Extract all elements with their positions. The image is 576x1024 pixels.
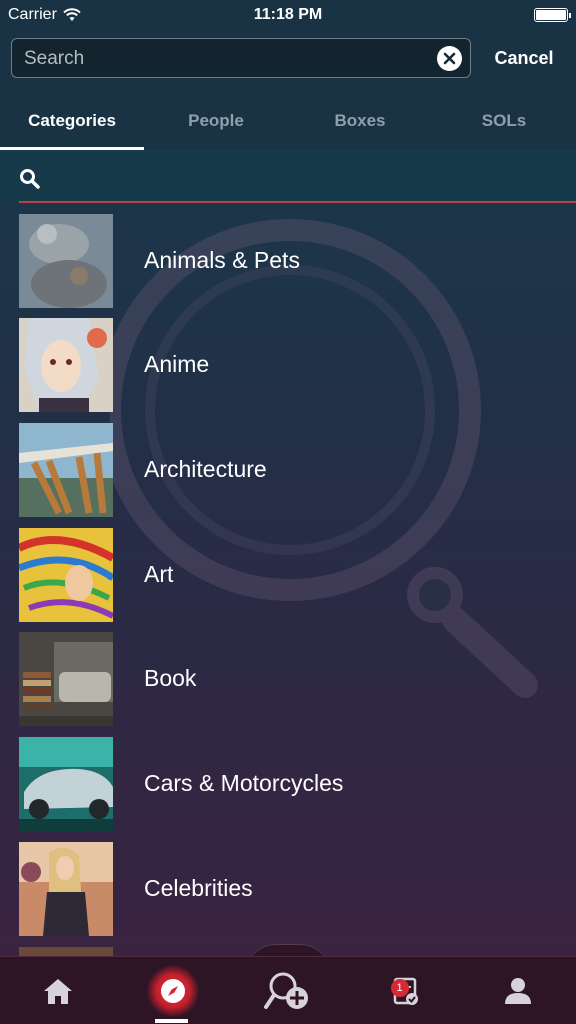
category-label: Architecture	[144, 456, 267, 482]
list-item[interactable]: Animals & Pets	[0, 212, 576, 308]
list-item[interactable]: Anime	[0, 316, 576, 412]
category-thumbnail	[19, 737, 113, 831]
category-thumbnail	[19, 214, 113, 308]
tab-profile[interactable]	[460, 957, 575, 1024]
list-item[interactable]: Cars & Motorcycles	[0, 735, 576, 831]
tab-home[interactable]	[0, 957, 115, 1024]
filter-underline	[19, 201, 576, 203]
explore-tab-indicator	[155, 1019, 188, 1023]
tab-inbox[interactable]: 1	[345, 957, 460, 1024]
tab-boxes[interactable]: Boxes	[288, 100, 432, 150]
battery-icon	[534, 8, 571, 22]
category-label: Anime	[144, 351, 210, 377]
category-label: Art	[144, 561, 174, 587]
inbox-icon-wrap: 1	[383, 973, 423, 1009]
category-label: Animals & Pets	[144, 247, 300, 273]
category-label: Book	[144, 665, 197, 691]
category-filter[interactable]	[0, 150, 576, 204]
category-thumbnail	[19, 528, 113, 622]
explore-active-glow	[146, 965, 199, 1017]
notification-badge: 1	[390, 979, 409, 997]
clear-search-button[interactable]	[437, 46, 462, 71]
tab-sols[interactable]: SOLs	[432, 100, 576, 150]
category-label: Celebrities	[144, 875, 253, 901]
list-item[interactable]: Celebrities	[0, 840, 576, 936]
category-thumbnail	[19, 842, 113, 936]
status-time: 11:18 PM	[253, 6, 323, 23]
search-input[interactable]	[24, 47, 424, 71]
tab-people[interactable]: People	[144, 100, 288, 150]
tab-categories[interactable]: Categories	[0, 100, 144, 150]
cancel-button[interactable]: Cancel	[484, 48, 564, 69]
tab-explore[interactable]	[115, 957, 230, 1024]
status-bar: Carrier 11:18 PM	[0, 0, 576, 30]
compass-icon	[160, 979, 185, 1003]
search-icon	[20, 169, 40, 189]
list-item[interactable]: Book	[0, 630, 576, 726]
bottom-tab-bar: 1	[0, 956, 576, 1024]
search-field[interactable]	[11, 38, 471, 78]
category-thumbnail	[19, 632, 113, 726]
category-thumbnail	[19, 423, 113, 517]
list-item[interactable]: Art	[0, 526, 576, 622]
tab-search-add[interactable]	[230, 957, 345, 1024]
category-thumbnail	[19, 318, 113, 412]
tab-bar-top: Categories People Boxes SOLs	[0, 100, 576, 150]
close-icon	[443, 52, 456, 65]
search-add-icon	[263, 972, 308, 1009]
list-item[interactable]: Architecture	[0, 421, 576, 517]
category-label: Cars & Motorcycles	[144, 770, 344, 796]
profile-icon	[504, 978, 531, 1004]
home-icon	[43, 979, 72, 1004]
